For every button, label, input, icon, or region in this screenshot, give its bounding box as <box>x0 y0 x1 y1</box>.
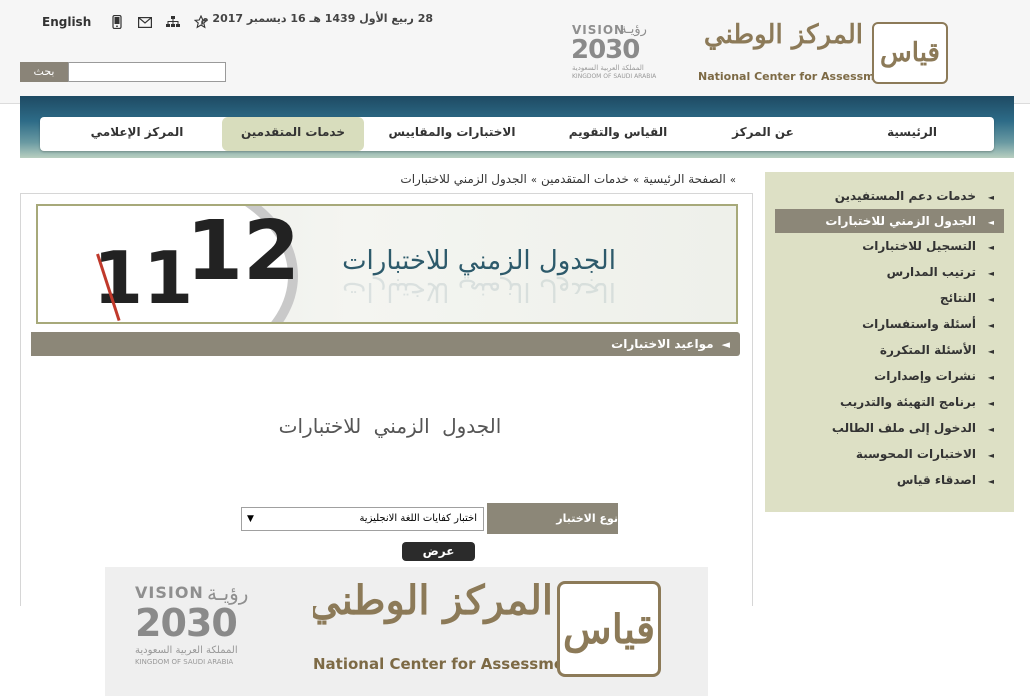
breadcrumb-arrow-icon: » <box>632 175 640 186</box>
vision-2030-logo: رؤيـة VISION 2030 المملكة العربية السعود… <box>568 22 660 82</box>
bullet-arrow-icon: ◄ <box>987 399 994 408</box>
nav-item-home[interactable]: الرئيسية <box>830 117 994 151</box>
vision-sub-english: KINGDOM OF SAUDI ARABIA <box>572 73 657 80</box>
bullet-arrow-icon: ◄ <box>987 295 994 304</box>
mobile-icon[interactable] <box>109 14 125 30</box>
sidebar-item-label: الاختبارات المحوسبة <box>855 447 976 461</box>
section-arrow-icon: ◄ <box>721 338 730 351</box>
brand-english-name: National Center for Assessment <box>698 70 896 83</box>
footer-vision-2030-logo: رؤيـة VISION 2030 المملكة العربية السعود… <box>135 581 253 669</box>
sidebar-item-publications[interactable]: ◄ نشرات وإصدارات <box>775 364 1004 388</box>
bullet-arrow-icon: ◄ <box>987 477 994 486</box>
sidebar-item-label: الدخول إلى ملف الطالب <box>831 421 976 435</box>
search-bar: بحث <box>20 62 226 82</box>
test-type-label: نوع الاختبار <box>487 503 618 534</box>
vision-sub-arabic: المملكة العربية السعودية <box>572 64 644 72</box>
search-button[interactable]: بحث <box>20 62 68 82</box>
footer-qiyas-mark-icon: قياس <box>557 581 661 677</box>
mail-icon[interactable] <box>137 14 153 30</box>
search-input[interactable] <box>68 62 226 82</box>
banner-title-reflection: الجدول الزمني للاختبارات <box>342 276 616 306</box>
vision-word: VISION <box>135 583 204 602</box>
breadcrumb-home[interactable]: الصفحة الرئيسية <box>643 172 726 186</box>
bullet-arrow-icon: ◄ <box>987 425 994 434</box>
sidebar-item-label: خدمات دعم المستفيدين <box>834 189 976 203</box>
sidebar-item-qiyas-friends[interactable]: ◄ اصدقاء قياس <box>775 468 1004 492</box>
nav-item-about[interactable]: عن المركز <box>696 117 830 151</box>
bullet-arrow-icon: ◄ <box>987 243 994 252</box>
test-type-select[interactable]: اختبار كفايات اللغة الانجليزية ▼ <box>241 507 484 531</box>
clock-number: 12 <box>186 204 301 299</box>
selected-test-type: اختبار كفايات اللغة الانجليزية <box>359 513 477 524</box>
top-links: English <box>42 12 209 32</box>
bullet-arrow-icon: ◄ <box>987 451 994 460</box>
sidebar-item-label: التسجيل للاختبارات <box>862 239 976 253</box>
breadcrumb: »الصفحة الرئيسية»خدمات المتقدمين»الجدول … <box>390 172 740 186</box>
breadcrumb-arrow-icon: » <box>530 175 537 186</box>
vision-year: 2030 <box>135 601 238 645</box>
sidebar-item-student-file[interactable]: ◄ الدخول إلى ملف الطالب <box>775 416 1004 440</box>
bullet-arrow-icon: ◄ <box>987 321 994 330</box>
nav-item-tests[interactable]: الاختبارات والمقاييس <box>364 117 540 151</box>
sidebar-item-beneficiary-support[interactable]: ◄ خدمات دعم المستفيدين <box>775 184 1004 208</box>
sidebar-item-registration[interactable]: ◄ التسجيل للاختبارات <box>775 234 1004 258</box>
footer-brand-english: National Center for Assessment <box>313 655 582 673</box>
schedule-banner: 11 12 الجدول الزمني للاختبارات الجدول ال… <box>36 204 738 324</box>
vision-sub-english: KINGDOM OF SAUDI ARABIA <box>135 658 234 666</box>
show-button[interactable]: عرض <box>402 542 475 561</box>
nav-item-measurement[interactable]: القياس والتقويم <box>540 117 696 151</box>
qiyas-mark-icon: قياس <box>872 22 948 84</box>
breadcrumb-applicant-services[interactable]: خدمات المتقدمين <box>541 172 629 186</box>
brand-arabic-name: المركز الوطني للقياس <box>698 20 863 50</box>
sidebar-item-label: اصدقاء قياس <box>896 473 976 487</box>
nav-item-applicant-services[interactable]: خدمات المتقدمين <box>222 117 364 151</box>
clock-number: 11 <box>93 236 194 320</box>
banner-title: الجدول الزمني للاختبارات <box>342 246 616 276</box>
bullet-arrow-icon: ◄ <box>987 218 994 227</box>
sidebar-item-training[interactable]: ◄ برنامج التهيئة والتدريب <box>775 390 1004 414</box>
main-nav: الرئيسية عن المركز القياس والتقويم الاخت… <box>40 117 994 151</box>
english-link[interactable]: English <box>42 15 91 29</box>
sidebar-item-label: النتائج <box>939 291 976 305</box>
brand-logo[interactable]: المركز الوطني للقياس National Center for… <box>698 20 948 86</box>
sidebar-item-label: أسئلة واستفسارات <box>862 317 976 331</box>
sidebar-item-label: برنامج التهيئة والتدريب <box>840 395 976 409</box>
sidebar-item-questions[interactable]: ◄ أسئلة واستفسارات <box>775 312 1004 336</box>
vision-year: 2030 <box>571 35 640 65</box>
bullet-arrow-icon: ◄ <box>987 269 994 278</box>
sidebar-item-label: نشرات وإصدارات <box>874 369 976 383</box>
footer-logos: رؤيـة VISION 2030 المملكة العربية السعود… <box>105 567 708 696</box>
nav-item-media-center[interactable]: المركز الإعلامي <box>52 117 222 151</box>
bullet-arrow-icon: ◄ <box>987 347 994 356</box>
current-date: 28 ربيع الأول 1439 هـ 16 ديسمبر 2017 م <box>200 12 433 25</box>
sidebar-item-label: ترتيب المدارس <box>886 265 976 279</box>
sidebar-item-faq[interactable]: ◄ الأسئلة المتكررة <box>775 338 1004 362</box>
breadcrumb-current: الجدول الزمني للاختبارات <box>400 172 527 186</box>
sidebar-item-label: الأسئلة المتكررة <box>879 343 976 357</box>
sidebar: ◄ خدمات دعم المستفيدين ◄ الجدول الزمني للا… <box>765 172 1014 512</box>
sidebar-item-label: الجدول الزمني للاختبارات <box>825 214 976 228</box>
section-title: مواعيد الاختبارات <box>611 337 714 351</box>
sidebar-item-results[interactable]: ◄ النتائج <box>775 286 1004 310</box>
section-header: ◄ مواعيد الاختبارات <box>31 332 740 356</box>
sidebar-item-school-ranking[interactable]: ◄ ترتيب المدارس <box>775 260 1004 284</box>
dropdown-arrow-icon: ▼ <box>247 514 254 524</box>
bullet-arrow-icon: ◄ <box>987 193 994 202</box>
footer-brand-arabic: المركز الوطني للقياس <box>313 577 553 624</box>
sidebar-item-computer-tests[interactable]: ◄ الاختبارات المحوسبة <box>775 442 1004 466</box>
page-title: الجدول الزمني للاختبارات <box>278 414 502 438</box>
breadcrumb-arrow-icon: » <box>729 175 736 186</box>
vision-sub-arabic: المملكة العربية السعودية <box>135 645 238 656</box>
sitemap-icon[interactable] <box>165 14 181 30</box>
bullet-arrow-icon: ◄ <box>987 373 994 382</box>
sidebar-item-test-schedule[interactable]: ◄ الجدول الزمني للاختبارات <box>775 209 1004 233</box>
